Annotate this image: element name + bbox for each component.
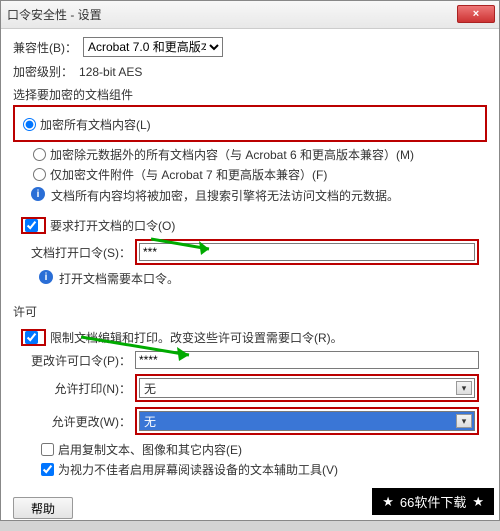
- screenreader-checkbox[interactable]: [41, 463, 54, 476]
- change-pw-label: 更改许可口令(P)：: [21, 352, 131, 369]
- allow-change-select[interactable]: 无 ▾: [139, 411, 475, 431]
- copy-label: 启用复制文本、图像和其它内容(E): [58, 441, 242, 458]
- open-pw-checkbox-box: [21, 217, 46, 234]
- allow-print-label: 允许打印(N)：: [21, 380, 131, 397]
- open-pw-info: 打开文档需要本口令。: [59, 270, 179, 287]
- open-pw-checkbox[interactable]: [25, 219, 38, 232]
- open-pw-label: 要求打开文档的口令(O): [50, 217, 175, 234]
- compat-select[interactable]: Acrobat 7.0 和更高版本: [83, 37, 223, 57]
- star-icon: ★: [472, 494, 484, 510]
- screenreader-label: 为视力不佳者启用屏幕阅读器设备的文本辅助工具(V): [58, 461, 338, 478]
- watermark-banner: ★ 66软件下载 ★: [372, 488, 494, 515]
- open-pw-input[interactable]: [139, 243, 475, 261]
- radio-encrypt-attach[interactable]: [33, 168, 46, 181]
- enc-level-label: 加密级别：: [13, 63, 73, 80]
- compat-label: 兼容性(B)：: [13, 39, 77, 56]
- perm-title: 许可: [13, 303, 487, 320]
- star-icon: ★: [382, 494, 394, 510]
- info-icon: i: [39, 270, 53, 284]
- titlebar: 口令安全性 - 设置 ×: [1, 1, 499, 29]
- radio-encrypt-meta-label: 加密除元数据外的所有文档内容（与 Acrobat 6 和更高版本兼容）(M): [50, 146, 414, 163]
- enc-group-title: 选择要加密的文档组件: [13, 86, 487, 103]
- radio-encrypt-meta[interactable]: [33, 148, 46, 161]
- help-button[interactable]: 帮助: [13, 497, 73, 519]
- radio-encrypt-attach-label: 仅加密文件附件（与 Acrobat 7 和更高版本兼容）(F): [50, 166, 327, 183]
- allow-print-box: 无 ▾: [135, 374, 479, 402]
- enc-group-box: 加密所有文档内容(L): [13, 105, 487, 142]
- allow-print-select[interactable]: 无 ▾: [139, 378, 475, 398]
- perm-checkbox-box: [21, 329, 46, 346]
- copy-checkbox[interactable]: [41, 443, 54, 456]
- radio-encrypt-all[interactable]: [23, 118, 36, 131]
- close-button[interactable]: ×: [457, 5, 495, 23]
- window-title: 口令安全性 - 设置: [7, 6, 102, 23]
- allow-print-value: 无: [144, 380, 156, 397]
- allow-change-box: 无 ▾: [135, 407, 479, 435]
- chevron-down-icon: ▾: [456, 414, 472, 428]
- change-pw-input[interactable]: [135, 351, 479, 369]
- chevron-down-icon: ▾: [456, 381, 472, 395]
- open-pw-box: [135, 239, 479, 265]
- info-icon: i: [31, 187, 45, 201]
- open-pw-field-label: 文档打开口令(S)：: [21, 244, 131, 261]
- perm-chk-label: 限制文档编辑和打印。改变这些许可设置需要口令(R)。: [50, 329, 343, 346]
- allow-change-value: 无: [144, 413, 156, 430]
- perm-checkbox[interactable]: [25, 331, 38, 344]
- banner-text: 66软件下载: [400, 492, 466, 511]
- close-icon: ×: [473, 8, 479, 20]
- enc-level-value: 128-bit AES: [79, 65, 142, 79]
- allow-change-label: 允许更改(W)：: [21, 413, 131, 430]
- radio-encrypt-all-label: 加密所有文档内容(L): [40, 116, 151, 133]
- enc-info-text: 文档所有内容均将被加密，且搜索引擎将无法访问文档的元数据。: [51, 187, 399, 204]
